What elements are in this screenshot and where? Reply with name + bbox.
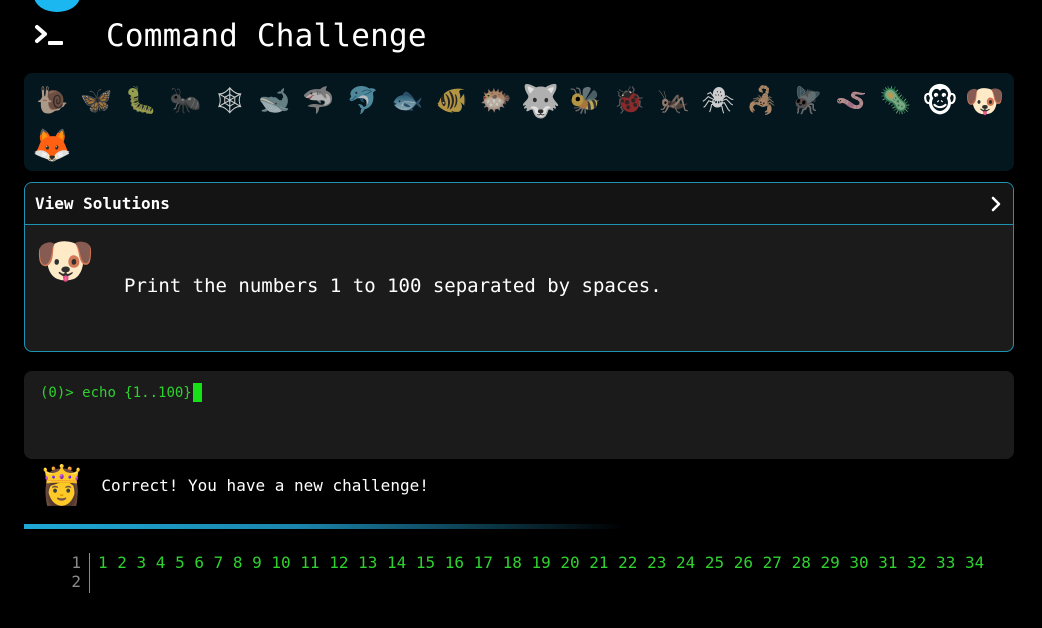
command-value[interactable]: echo {1..100} xyxy=(82,385,192,401)
command-prompt: (0)> xyxy=(40,384,74,401)
animal-list: 🐌 🦋 🐛 🐜 🕸 🐋 🦈 🐬 🐟 🐠 🐡 🐺 🐝 🐞 🦗 🕷 🦂 🪰 🪱 🦠 🐵 🐶 🦊 xyxy=(30,79,1015,167)
top-accent-shape xyxy=(34,0,80,12)
view-solutions-toggle[interactable]: View Solutions xyxy=(25,183,1013,225)
animal-fish-icon[interactable]: 🐟 xyxy=(385,79,429,123)
animal-blowfish-icon[interactable]: 🐡 xyxy=(474,79,518,123)
chevron-right-icon xyxy=(989,196,1003,212)
animal-snail-icon[interactable]: 🐌 xyxy=(30,79,74,123)
animal-scorpion-icon[interactable]: 🦂 xyxy=(740,79,784,123)
dog-avatar-icon: 🐶 xyxy=(35,233,95,289)
animal-caterpillar-icon[interactable]: 🐛 xyxy=(119,79,163,123)
animal-fox-icon[interactable]: 🦊 xyxy=(30,123,74,167)
command-line[interactable]: (0)> echo {1..100} xyxy=(40,383,998,402)
animal-ladybug-icon[interactable]: 🐞 xyxy=(607,79,651,123)
page: Command Challenge 🐌 🦋 🐛 🐜 🕸 🐋 🦈 🐬 🐟 🐠 🐡 🐺 🐝 🐞 🦗 🕷 🦂 🪰 🪱 🦠 🐵 🐶… xyxy=(0,0,1042,628)
animal-tropical-fish-icon[interactable]: 🐠 xyxy=(430,79,474,123)
output-line: 1 2 3 4 5 6 7 8 9 10 11 12 13 14 15 16 1… xyxy=(98,553,985,572)
animal-spider-icon[interactable]: 🕷 xyxy=(696,79,740,123)
animal-dog-icon[interactable]: 🐶 xyxy=(962,79,1006,123)
animal-spider-web-icon[interactable]: 🕸 xyxy=(208,79,252,123)
animal-wolf-icon[interactable]: 🐺 xyxy=(518,79,562,123)
animal-monkey-icon[interactable]: 🐵 xyxy=(918,79,962,123)
view-solutions-label: View Solutions xyxy=(35,194,170,213)
terminal-prompt-icon xyxy=(34,24,64,48)
app-title: Command Challenge xyxy=(106,18,427,54)
output-panel: 1 2 1 2 3 4 5 6 7 8 9 10 11 12 13 14 15 … xyxy=(24,553,1042,593)
animal-fly-icon[interactable]: 🪰 xyxy=(785,79,829,123)
animal-bee-icon[interactable]: 🐝 xyxy=(563,79,607,123)
text-cursor xyxy=(192,383,202,402)
animal-shark-icon[interactable]: 🦈 xyxy=(296,79,340,123)
challenge-text: Print the numbers 1 to 100 separated by … xyxy=(124,275,662,297)
line-number-gutter: 1 2 xyxy=(24,553,90,593)
feedback-message: 👸 Correct! You have a new challenge! xyxy=(38,466,429,504)
challenge-body: 🐶 Print the numbers 1 to 100 separated b… xyxy=(25,225,1013,349)
divider-progress-line xyxy=(24,524,624,529)
animal-ant-icon[interactable]: 🐜 xyxy=(163,79,207,123)
challenge-card: View Solutions 🐶 Print the numbers 1 to … xyxy=(24,182,1014,352)
line-number: 1 xyxy=(71,553,81,572)
header: Command Challenge xyxy=(34,18,427,54)
animal-worm-icon[interactable]: 🪱 xyxy=(829,79,873,123)
command-input[interactable]: (0)> echo {1..100} xyxy=(24,371,1014,459)
animal-dolphin-icon[interactable]: 🐬 xyxy=(341,79,385,123)
animal-butterfly-icon[interactable]: 🦋 xyxy=(74,79,118,123)
level-bar: 🐌 🦋 🐛 🐜 🕸 🐋 🦈 🐬 🐟 🐠 🐡 🐺 🐝 🐞 🦗 🕷 🦂 🪰 🪱 🦠 🐵 🐶 🦊 xyxy=(24,73,1014,171)
feedback-text: Correct! You have a new challenge! xyxy=(101,475,429,495)
line-number: 2 xyxy=(71,572,81,591)
animal-whale-icon[interactable]: 🐋 xyxy=(252,79,296,123)
output-lines: 1 2 3 4 5 6 7 8 9 10 11 12 13 14 15 16 1… xyxy=(90,553,984,593)
princess-icon: 👸 xyxy=(38,463,86,507)
animal-cricket-icon[interactable]: 🦗 xyxy=(651,79,695,123)
animal-microbe-icon[interactable]: 🦠 xyxy=(873,79,917,123)
